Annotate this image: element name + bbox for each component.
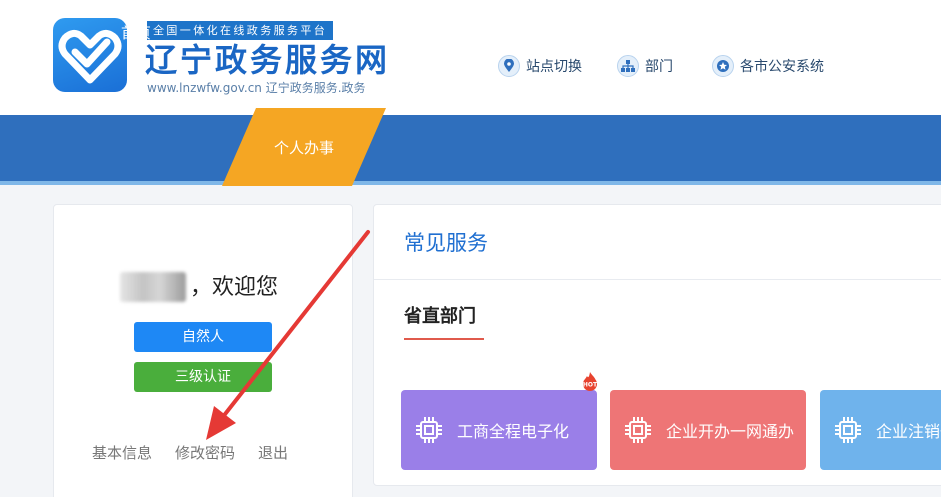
service-card-label: 企业开办一网通办 [666,422,795,441]
service-card-label: 企业注销一 [876,422,941,441]
hot-label: HOT [583,382,598,389]
section-divider [374,279,941,280]
nav-item-home[interactable]: 首页 [96,0,176,66]
department-subtitle[interactable]: 省直部门 [404,303,476,331]
hot-flame-icon: HOT [583,372,598,391]
service-card-label: 工商全程电子化 [457,422,570,441]
change-password-link[interactable]: 修改密码 [175,442,235,464]
service-card-enterprise-cancel[interactable]: 企业注销一 [820,390,941,470]
chip-icon [835,417,861,443]
services-title: 常见服务 [404,231,488,255]
nav-item-enterprise[interactable]: 法人办事 [420,0,520,66]
username-blurred [120,272,186,302]
service-card-enterprise-setup[interactable]: 企业开办一网通办 [610,390,806,470]
nav-item-convenience[interactable]: 便民服务 [586,0,686,66]
nav-accent-line [0,181,941,185]
service-card-business-registration[interactable]: 工商全程电子化 [401,390,597,470]
nav-item-personal[interactable]: 个人办事 [256,115,352,181]
site-title[interactable]: 辽宁政务服务网 [145,39,390,81]
logout-link[interactable]: 退出 [258,442,288,464]
site-url: www.lnzwfw.gov.cn 辽宁政务服务.政务 [147,81,366,95]
main-nav [0,115,941,181]
subtitle-underline [404,338,484,340]
police-badge-icon [712,55,734,77]
basic-info-link[interactable]: 基本信息 [92,442,152,464]
nav-item-data[interactable]: 数据服务 [754,0,854,66]
site-switch-label: 站点切换 [526,59,582,75]
chip-icon [625,417,651,443]
chip-icon [416,417,442,443]
natural-person-badge: 自然人 [134,322,272,352]
auth-level-badge: 三级认证 [134,362,272,392]
welcome-text: ，欢迎您 [190,275,279,300]
